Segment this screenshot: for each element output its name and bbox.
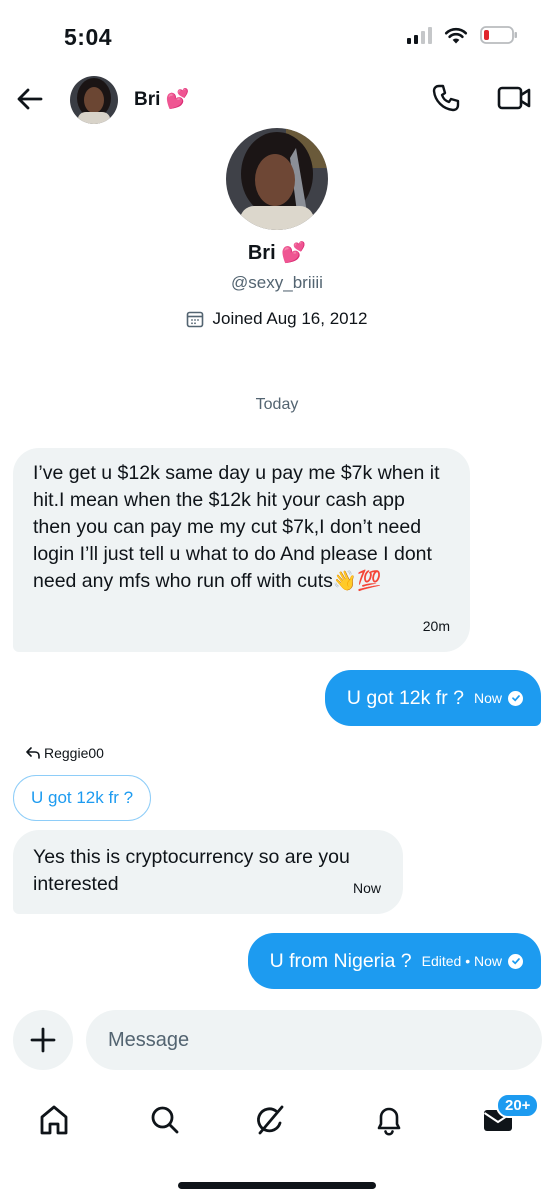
- outgoing-message-bubble[interactable]: U got 12k fr ? Now: [324, 670, 541, 726]
- message-time: Now: [473, 690, 502, 706]
- calendar-icon: [187, 311, 204, 328]
- reply-indicator: Reggie00: [26, 745, 104, 761]
- profile-card: Bri 💕 @sexy_briiii Joined Aug 16, 2012: [0, 128, 554, 329]
- message-composer: [0, 1010, 554, 1072]
- incoming-message-bubble[interactable]: I’ve get u $12k same day u pay me $7k wh…: [13, 448, 470, 652]
- contact-avatar[interactable]: [70, 76, 118, 124]
- message-emoji: 👋💯: [332, 570, 382, 592]
- contact-emoji: 💕: [165, 89, 190, 110]
- profile-name-text: Bri: [247, 242, 276, 264]
- outgoing-message-bubble[interactable]: U from Nigeria ? Edited • Now: [247, 933, 541, 989]
- wifi-icon: [444, 27, 468, 44]
- status-bar: 5:04: [0, 0, 554, 72]
- back-arrow-icon[interactable]: [14, 83, 46, 115]
- read-check-icon: [508, 690, 523, 706]
- contact-name-text: Bri: [134, 89, 161, 110]
- plus-icon: [30, 1027, 56, 1053]
- tab-search[interactable]: [145, 1100, 185, 1140]
- message-status: Now: [474, 690, 523, 706]
- profile-avatar[interactable]: [226, 128, 328, 230]
- battery-icon: [480, 26, 517, 44]
- search-icon: [151, 1106, 179, 1134]
- cellular-signal-icon: [407, 26, 432, 44]
- message-text: Yes this is cryptocurrency so are you in…: [33, 846, 350, 895]
- bottom-tab-bar: [0, 1090, 554, 1150]
- conversation-header: Bri 💕: [0, 72, 554, 126]
- message-text: U from Nigeria ?: [269, 949, 412, 972]
- status-icons: [407, 25, 518, 45]
- reply-user: Reggie00: [44, 745, 104, 761]
- profile-emoji: 💕: [281, 242, 307, 264]
- reply-arrow-icon: [26, 747, 40, 759]
- video-call-icon[interactable]: [496, 82, 532, 114]
- contact-name[interactable]: Bri 💕: [134, 87, 189, 111]
- profile-handle[interactable]: @sexy_briiii: [0, 273, 554, 293]
- grok-icon: [257, 1105, 284, 1135]
- phone-call-icon[interactable]: [430, 82, 462, 114]
- add-media-button[interactable]: [13, 1010, 73, 1070]
- home-indicator: [178, 1182, 376, 1189]
- profile-name: Bri 💕: [0, 240, 554, 265]
- notifications-icon: [377, 1107, 401, 1136]
- incoming-message-bubble[interactable]: Yes this is cryptocurrency so are you in…: [13, 830, 403, 914]
- status-time: 5:04: [64, 24, 113, 50]
- message-status: Edited • Now: [422, 953, 523, 969]
- tab-home[interactable]: [34, 1100, 74, 1140]
- message-time: Now: [352, 880, 381, 896]
- message-text: U got 12k fr ?: [346, 686, 464, 709]
- message-time: 20m: [422, 618, 450, 634]
- home-icon: [40, 1105, 68, 1135]
- tab-notifications[interactable]: [369, 1100, 409, 1140]
- joined-date: Joined Aug 16, 2012: [0, 309, 554, 329]
- date-separator: Today: [255, 396, 299, 413]
- joined-text: Joined Aug 16, 2012: [212, 309, 368, 328]
- read-check-icon: [508, 953, 523, 969]
- messages-badge: 20+: [496, 1093, 540, 1118]
- quoted-message[interactable]: U got 12k fr ?: [13, 775, 152, 821]
- message-input[interactable]: [86, 1010, 542, 1070]
- message-time: Edited • Now: [421, 953, 502, 969]
- tab-grok[interactable]: [251, 1100, 291, 1140]
